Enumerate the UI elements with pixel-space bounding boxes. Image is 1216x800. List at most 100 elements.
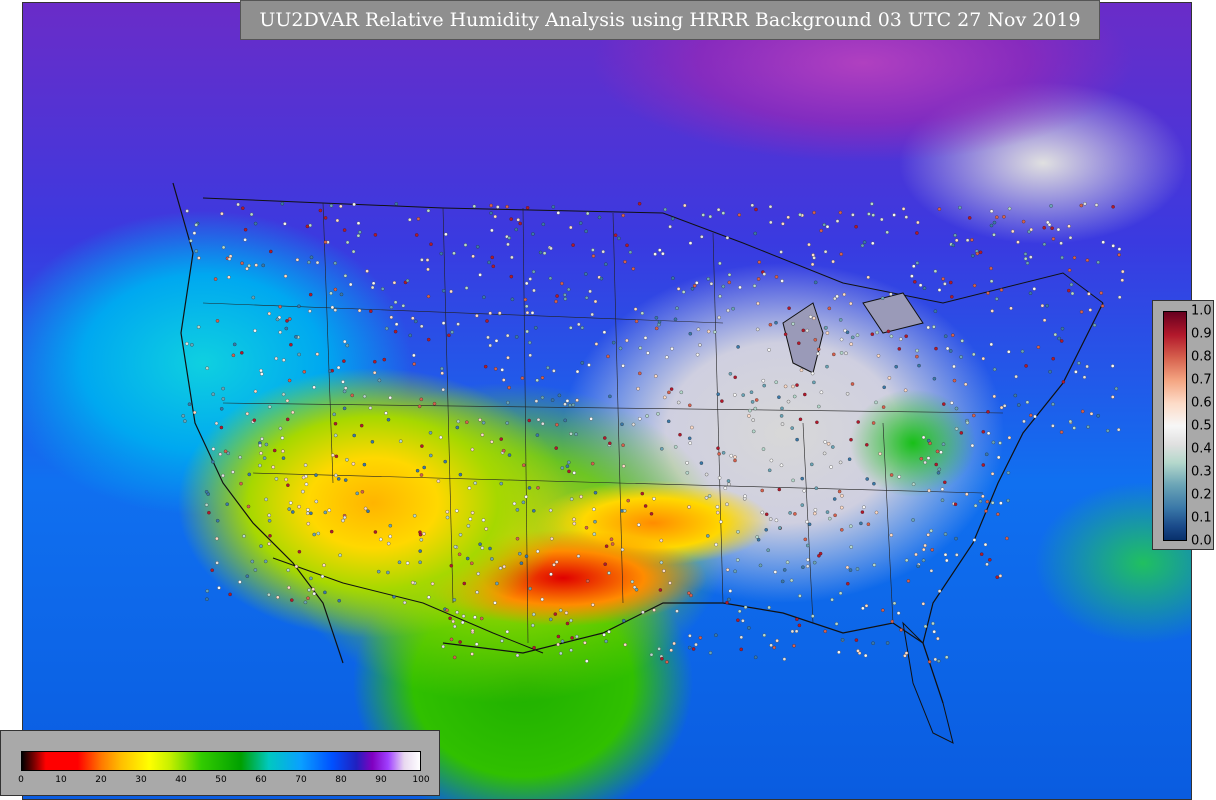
station-dot: [253, 568, 258, 572]
station-dot: [751, 418, 755, 422]
station-dot: [716, 446, 720, 450]
station-dot: [927, 488, 931, 493]
station-dot: [417, 404, 422, 409]
station-dot: [238, 580, 242, 584]
station-dot: [611, 340, 616, 345]
station-dot: [574, 432, 578, 436]
station-dot: [984, 452, 989, 457]
station-dot: [534, 326, 538, 330]
station-dot: [942, 402, 946, 406]
station-dot: [750, 203, 755, 208]
station-dot: [336, 365, 341, 370]
station-dot: [849, 524, 853, 528]
station-dot: [726, 479, 731, 483]
station-dot: [1079, 203, 1084, 208]
station-dot: [787, 306, 791, 310]
station-dot: [302, 370, 307, 374]
station-dot: [550, 398, 555, 402]
station-dot: [678, 432, 682, 437]
station-dot: [467, 486, 472, 490]
station-dot: [450, 330, 454, 334]
station-dot: [1087, 292, 1091, 296]
station-dot: [1059, 241, 1063, 245]
station-dot: [593, 299, 598, 304]
station-dot: [754, 207, 758, 212]
station-dot: [865, 443, 869, 447]
colorbar-tick: 70: [295, 775, 307, 785]
station-dot: [880, 296, 885, 300]
station-dot: [551, 205, 556, 209]
station-dot: [294, 335, 298, 339]
station-dot: [897, 347, 902, 351]
station-dot: [465, 556, 470, 561]
station-dot: [470, 561, 474, 566]
station-dot: [563, 418, 567, 423]
station-dot: [447, 333, 451, 338]
station-dot: [940, 498, 945, 502]
station-dot: [323, 216, 328, 220]
station-dot: [934, 346, 938, 351]
station-dot: [914, 552, 918, 557]
station-dot: [515, 536, 520, 541]
station-dot: [418, 560, 422, 565]
station-dot: [915, 348, 919, 353]
station-dot: [802, 489, 806, 493]
station-dot: [989, 266, 993, 271]
station-dot: [394, 202, 399, 206]
station-dot: [867, 212, 871, 216]
station-dot: [297, 549, 302, 554]
station-dot: [267, 405, 272, 409]
station-dot: [838, 591, 843, 595]
station-dot: [389, 305, 394, 309]
station-dot: [757, 260, 762, 264]
station-dot: [227, 257, 232, 261]
station-dot: [481, 518, 486, 522]
station-dot: [1051, 424, 1055, 428]
station-dot: [594, 342, 599, 346]
station-dot: [221, 397, 226, 401]
station-dot: [271, 465, 275, 469]
station-dot: [937, 207, 942, 211]
station-dot: [825, 224, 830, 229]
station-dot: [488, 343, 492, 348]
station-dot: [597, 215, 602, 220]
station-dot: [840, 528, 844, 532]
station-dot: [548, 508, 553, 513]
station-dot: [247, 472, 252, 477]
station-dot: [709, 282, 714, 286]
station-dot: [473, 481, 477, 485]
station-dot: [181, 414, 185, 418]
station-dot: [985, 562, 989, 567]
station-dot: [211, 392, 215, 396]
station-dot: [1059, 430, 1064, 434]
station-dot: [936, 636, 940, 641]
station-dot: [839, 337, 844, 342]
station-dot: [833, 513, 837, 518]
station-dot: [953, 233, 957, 238]
station-dot: [766, 548, 770, 552]
station-dot: [768, 322, 773, 327]
station-dot: [657, 320, 662, 324]
station-dot: [297, 504, 301, 509]
station-dot: [654, 374, 658, 378]
colorbar-tick: 0.1: [1191, 510, 1212, 526]
station-dot: [307, 588, 311, 592]
station-dot: [656, 412, 660, 416]
station-dot: [337, 598, 341, 603]
station-dot: [196, 325, 201, 329]
station-dot: [861, 606, 865, 611]
station-dot: [259, 451, 263, 455]
station-dot: [892, 601, 897, 606]
station-dot: [760, 510, 765, 515]
station-dot: [306, 521, 311, 526]
station-dot: [570, 636, 574, 640]
station-dot: [609, 537, 614, 541]
station-dot: [855, 567, 860, 571]
station-dot: [565, 621, 570, 626]
station-dot: [351, 462, 356, 466]
station-dot: [930, 548, 934, 552]
station-dot: [767, 468, 772, 473]
station-dot: [577, 322, 581, 327]
station-dot: [673, 445, 678, 449]
station-dot: [1025, 400, 1030, 404]
